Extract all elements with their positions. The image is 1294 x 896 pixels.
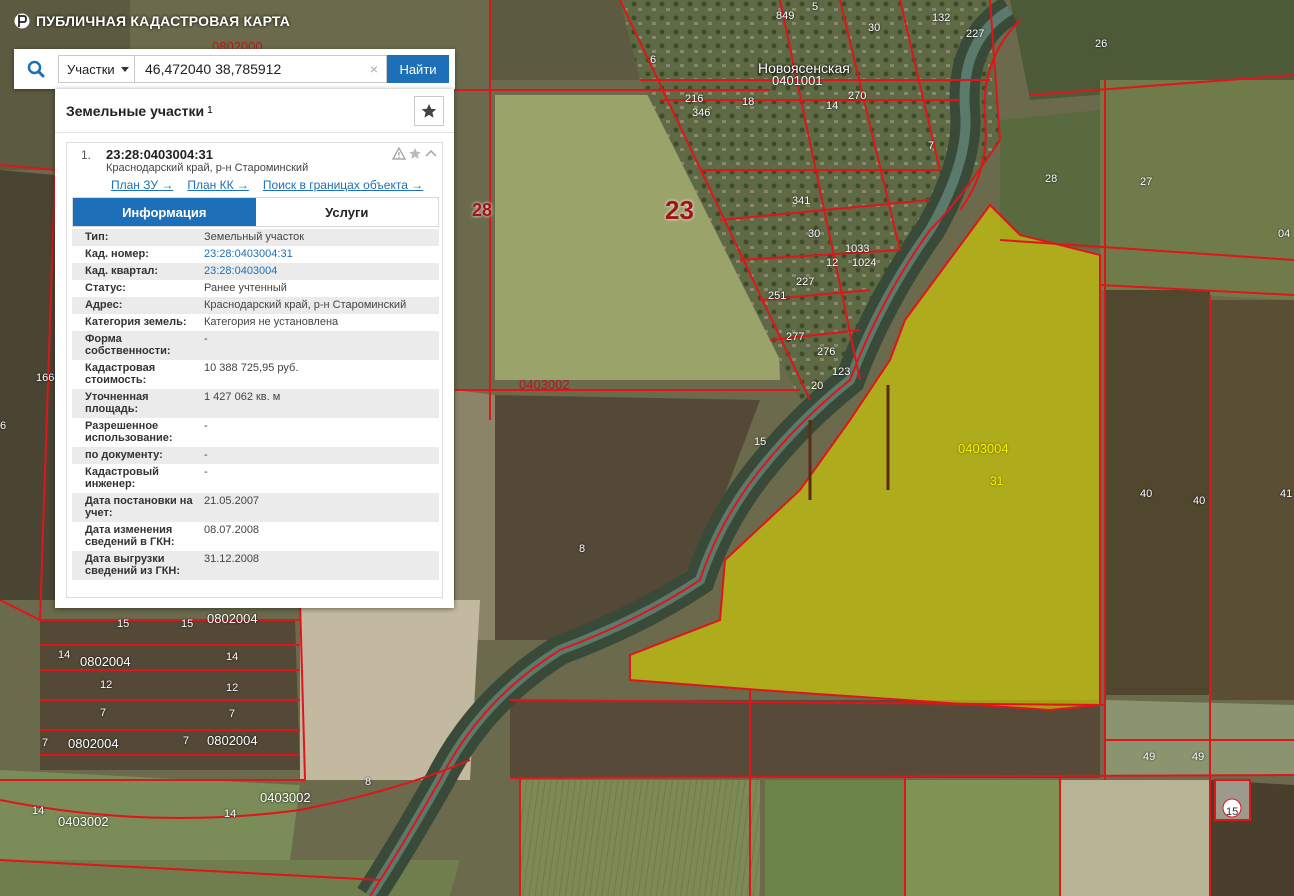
info-key: Кадастровая стоимость:	[85, 362, 156, 386]
result-index: 1.	[81, 148, 92, 162]
app-header: ПУБЛИЧНАЯ КАДАСТРОВАЯ КАРТА	[14, 12, 290, 30]
search-icon[interactable]	[14, 49, 58, 89]
table-row: Кад. номер: 23:28:0403004:31	[72, 246, 439, 263]
search-input[interactable]: 46,472040 38,785912 ×	[134, 55, 387, 83]
clear-icon[interactable]: ×	[370, 61, 378, 77]
result-links: План ЗУ → План КК → Поиск в границах объ…	[111, 178, 423, 192]
info-key: Форма собственности:	[85, 333, 171, 357]
search-type-label: Участки	[67, 61, 115, 77]
info-key: Тип:	[85, 231, 109, 243]
app-title: ПУБЛИЧНАЯ КАДАСТРОВАЯ КАРТА	[36, 13, 291, 29]
info-key: Адрес:	[85, 299, 123, 311]
star-icon	[421, 104, 437, 118]
info-value: 10 388 725,95 руб.	[204, 362, 299, 374]
info-value: Краснодарский край, р-н Староминский	[204, 299, 407, 311]
table-row: Кадастровый инженер: -	[72, 464, 439, 493]
table-row: Адрес: Краснодарский край, р-н Староминск…	[72, 297, 439, 314]
search-in-bounds-link[interactable]: Поиск в границах объекта →	[263, 178, 423, 192]
table-row: Кад. квартал: 23:28:0403004	[72, 263, 439, 280]
result-cadastral-number[interactable]: 23:28:0403004:31	[106, 147, 213, 162]
results-panel: Земельные участки 1 1. 23:28:0403004:31 К…	[55, 89, 454, 608]
info-key: Дата постановки на учет:	[85, 495, 193, 519]
search-type-select[interactable]: Участки	[58, 55, 134, 83]
results-title: Земельные участки	[66, 102, 205, 119]
tab-services[interactable]: Услуги	[255, 198, 438, 226]
table-row: по документу: -	[72, 447, 439, 464]
info-key: Уточненная площадь:	[85, 391, 149, 415]
info-key: Статус:	[85, 282, 126, 294]
table-row: Дата изменения сведений в ГКН: 08.07.2008	[72, 522, 439, 551]
info-value: -	[204, 333, 208, 345]
info-value: 21.05.2007	[204, 495, 260, 507]
chevron-down-icon	[120, 66, 129, 72]
info-value: Земельный участок	[204, 231, 305, 243]
plan-zu-link[interactable]: План ЗУ →	[111, 178, 173, 192]
info-key: Категория земель:	[85, 316, 187, 328]
warning-icon[interactable]	[392, 147, 406, 160]
info-key: Разрешенное использование:	[85, 420, 173, 444]
results-count: 1	[207, 105, 213, 116]
info-key: Кад. номер:	[85, 248, 149, 260]
chevron-up-icon[interactable]	[424, 147, 438, 160]
info-value: Ранее учтенный	[204, 282, 287, 294]
results-header: Земельные участки 1	[55, 89, 454, 133]
table-row: Разрешенное использование: -	[72, 418, 439, 447]
table-row: Дата постановки на учет: 21.05.2007	[72, 493, 439, 522]
info-table: Тип: Земельный участок Кад. номер: 23:28:0…	[72, 229, 439, 580]
plan-kk-link[interactable]: План КК →	[187, 178, 249, 192]
info-key: Кадастровый инженер:	[85, 466, 159, 490]
info-key: Дата изменения сведений в ГКН:	[85, 524, 175, 548]
info-value: 1 427 062 кв. м	[204, 391, 281, 403]
result-tabs: Информация Услуги	[72, 197, 439, 227]
search-bar: Участки 46,472040 38,785912 × Найти	[14, 49, 455, 89]
info-key: Кад. квартал:	[85, 265, 159, 277]
info-value: -	[204, 466, 208, 478]
info-key: по документу:	[85, 449, 163, 461]
search-query-text: 46,472040 38,785912	[145, 61, 282, 77]
result-card: 1. 23:28:0403004:31 Краснодарский край, …	[66, 142, 443, 598]
info-value: 08.07.2008	[204, 524, 260, 536]
star-icon[interactable]	[408, 147, 422, 160]
table-row: Статус: Ранее учтенный	[72, 280, 439, 297]
info-value: Категория не установлена	[204, 316, 339, 328]
info-value-link[interactable]: 23:28:0403004:31	[204, 246, 439, 263]
favorite-button[interactable]	[414, 96, 444, 126]
info-value: -	[204, 420, 208, 432]
table-row: Уточненная площадь: 1 427 062 кв. м	[72, 389, 439, 418]
result-actions	[392, 147, 438, 160]
app-logo-icon	[14, 13, 30, 29]
tab-information[interactable]: Информация	[73, 198, 256, 226]
result-address: Краснодарский край, р-н Староминский	[106, 162, 309, 174]
find-button[interactable]: Найти	[387, 55, 449, 83]
table-row: Кадастровая стоимость: 10 388 725,95 руб.	[72, 360, 439, 389]
info-key: Дата выгрузки сведений из ГКН:	[85, 553, 181, 577]
table-row: Форма собственности: -	[72, 331, 439, 360]
table-row: Категория земель: Категория не установлен…	[72, 314, 439, 331]
table-row: Дата выгрузки сведений из ГКН: 31.12.2008	[72, 551, 439, 580]
info-value: -	[204, 449, 208, 461]
info-value-link[interactable]: 23:28:0403004	[204, 263, 439, 280]
info-value: 31.12.2008	[204, 553, 260, 565]
table-row: Тип: Земельный участок	[72, 229, 439, 246]
